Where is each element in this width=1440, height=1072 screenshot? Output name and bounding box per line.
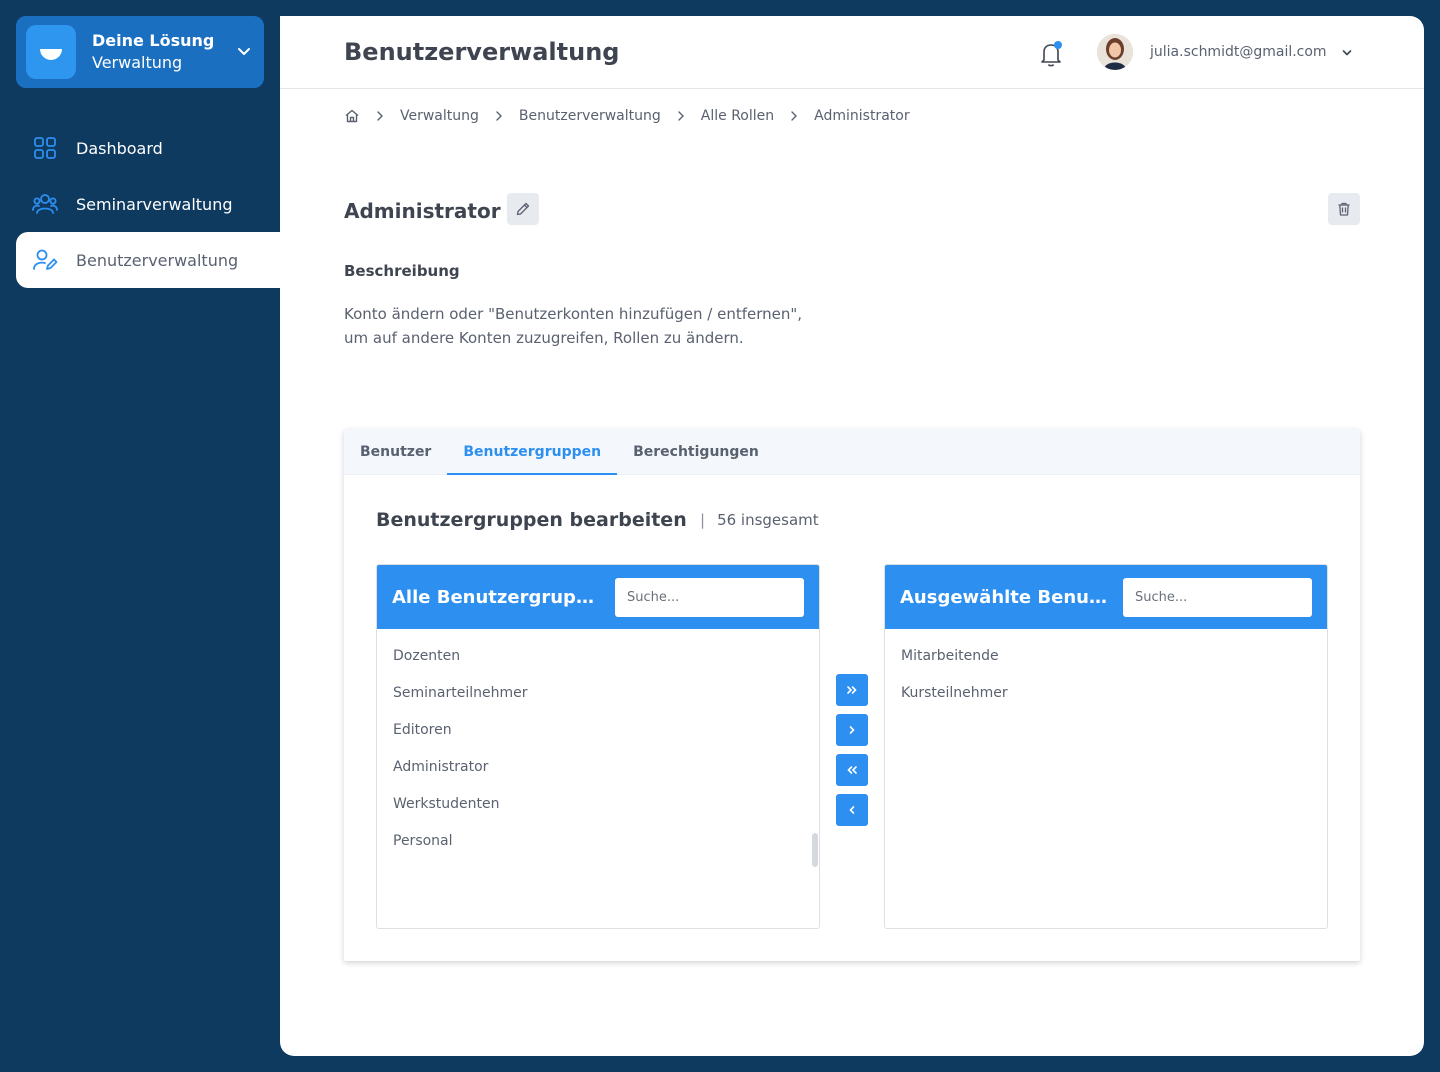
- move-all-right-button[interactable]: [836, 674, 868, 706]
- total-count: 56 insgesamt: [717, 511, 819, 529]
- role-title: Administrator: [344, 199, 501, 223]
- pencil-icon: [516, 202, 530, 216]
- brand-subtitle: Verwaltung: [92, 53, 183, 72]
- list-body: Mitarbeitende Kursteilnehmer: [885, 629, 1327, 928]
- users-icon: [32, 191, 58, 217]
- sidebar-item-label: Benutzerverwaltung: [76, 250, 239, 270]
- list-body: Dozenten Seminarteilnehmer Editoren Admi…: [377, 629, 819, 928]
- list-item[interactable]: Kursteilnehmer: [901, 683, 1327, 720]
- brand-title: Deine Lösung: [92, 31, 215, 50]
- sidebar-item-seminarverwaltung[interactable]: Seminarverwaltung: [16, 176, 280, 232]
- search-input[interactable]: [1123, 577, 1312, 617]
- move-right-button[interactable]: [836, 714, 868, 746]
- notification-dot: [1054, 41, 1062, 49]
- search-input[interactable]: [615, 577, 804, 617]
- description-label: Beschreibung: [344, 262, 460, 280]
- breadcrumb-current: Administrator: [814, 108, 910, 124]
- trash-icon: [1338, 202, 1350, 216]
- role-tabs-card: Benutzer Benutzergruppen Berechtigungen …: [344, 429, 1360, 961]
- tab-benutzer[interactable]: Benutzer: [344, 429, 447, 475]
- chevron-right-icon: [377, 111, 383, 121]
- sidebar-nav: Dashboard Seminarverwaltung Benutzerverw…: [16, 120, 280, 288]
- edit-role-button[interactable]: [507, 193, 539, 225]
- sidebar-item-label: Seminarverwaltung: [76, 194, 233, 214]
- description-line: um auf andere Konten zuzugreifen, Rollen…: [344, 329, 744, 347]
- chevron-right-icon: [791, 111, 798, 121]
- count-separator: |: [700, 511, 706, 529]
- list-item[interactable]: Dozenten: [393, 646, 819, 683]
- top-bar: Benutzerverwaltung julia.schmidt@gmail.c…: [280, 16, 1424, 89]
- user-email[interactable]: julia.schmidt@gmail.com: [1150, 44, 1327, 60]
- list-item[interactable]: Mitarbeitende: [901, 646, 1327, 683]
- sidebar-item-benutzerverwaltung[interactable]: Benutzerverwaltung: [16, 232, 280, 288]
- tab-benutzergruppen[interactable]: Benutzergruppen: [447, 429, 618, 475]
- chevron-right-icon: [849, 726, 855, 734]
- list-item[interactable]: Administrator: [393, 757, 819, 794]
- breadcrumb-item[interactable]: Benutzerverwaltung: [519, 108, 661, 124]
- grid-icon: [32, 135, 58, 161]
- description-text: Konto ändern oder "Benutzerkonten hinzuf…: [344, 302, 864, 350]
- panel-count: | 56 insgesamt: [700, 511, 819, 529]
- chevron-left-icon: [849, 806, 855, 814]
- breadcrumb-item[interactable]: Alle Rollen: [701, 108, 774, 124]
- list-item[interactable]: Editoren: [393, 720, 819, 757]
- list-item[interactable]: Personal: [393, 831, 819, 868]
- description-line: Konto ändern oder "Benutzerkonten hinzuf…: [344, 305, 803, 323]
- move-left-button[interactable]: [836, 794, 868, 826]
- tab-berechtigungen[interactable]: Berechtigungen: [617, 429, 775, 475]
- home-icon[interactable]: [344, 108, 360, 124]
- sidebar-item-dashboard[interactable]: Dashboard: [16, 120, 280, 176]
- list-item[interactable]: Werkstudenten: [393, 794, 819, 831]
- list-header: Alle Benutzergruppen: [377, 565, 819, 629]
- main-panel: Benutzerverwaltung julia.schmidt@gmail.c…: [280, 16, 1424, 1056]
- available-groups-list: Alle Benutzergruppen Dozenten Seminartei…: [376, 564, 820, 929]
- list-title: Ausgewählte Benu...: [900, 586, 1109, 608]
- chevron-right-icon: [496, 111, 502, 121]
- avatar[interactable]: [1097, 34, 1133, 70]
- brand-logo: [26, 25, 76, 79]
- double-chevron-right-icon: [847, 686, 857, 694]
- breadcrumb: Verwaltung Benutzerverwaltung Alle Rolle…: [344, 108, 910, 124]
- delete-role-button[interactable]: [1328, 193, 1360, 225]
- double-chevron-left-icon: [847, 766, 857, 774]
- breadcrumb-item[interactable]: Verwaltung: [400, 108, 479, 124]
- chevron-down-icon[interactable]: [234, 42, 254, 62]
- list-item[interactable]: Seminarteilnehmer: [393, 683, 819, 720]
- user-edit-icon: [32, 247, 58, 273]
- notification-button[interactable]: [1038, 40, 1064, 68]
- selected-groups-list: Ausgewählte Benu... Mitarbeitende Kurste…: [884, 564, 1328, 929]
- list-title: Alle Benutzergruppen: [392, 586, 601, 608]
- move-all-left-button[interactable]: [836, 754, 868, 786]
- tab-bar: Benutzer Benutzergruppen Berechtigungen: [344, 429, 1360, 475]
- chevron-down-icon[interactable]: [1340, 46, 1354, 60]
- panel-title: Benutzergruppen bearbeiten: [376, 509, 687, 531]
- scrollbar[interactable]: [812, 833, 818, 867]
- list-header: Ausgewählte Benu...: [885, 565, 1327, 629]
- page-title: Benutzerverwaltung: [344, 38, 620, 66]
- chevron-right-icon: [678, 111, 684, 121]
- brand-switcher[interactable]: Deine Lösung Verwaltung: [16, 16, 264, 88]
- sidebar-item-label: Dashboard: [76, 138, 163, 158]
